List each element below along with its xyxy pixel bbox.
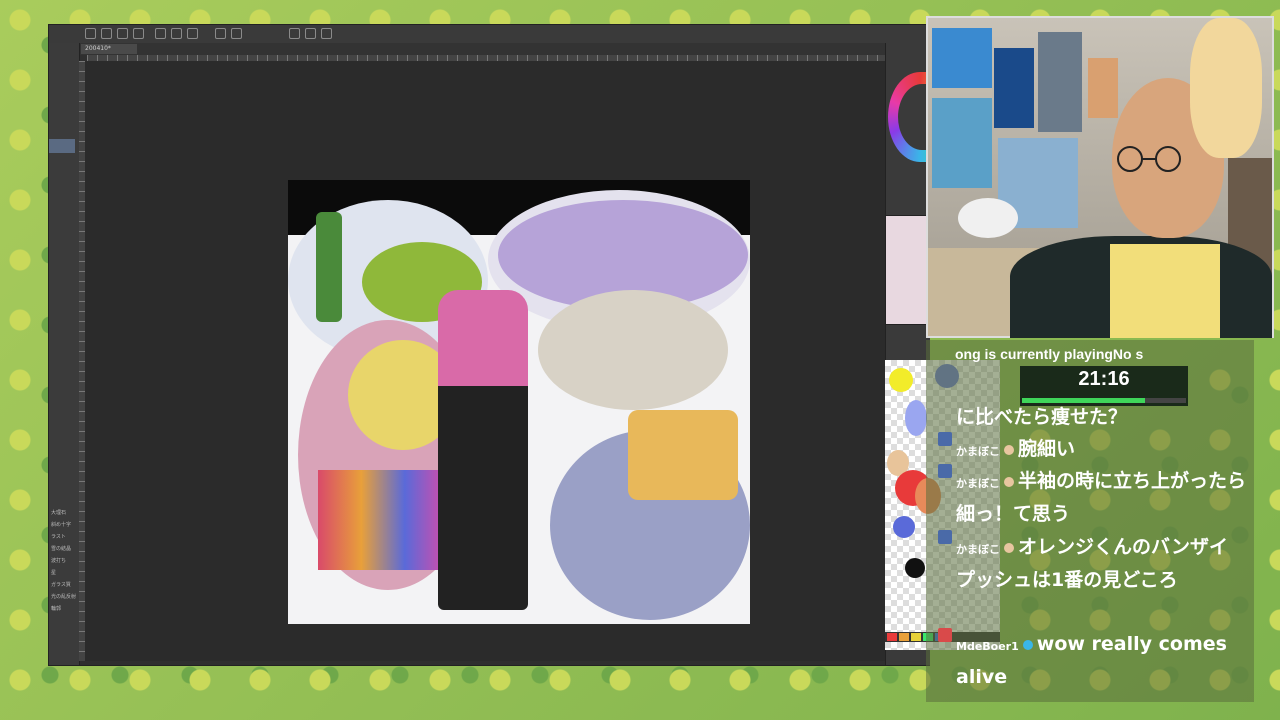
streamer-shirt	[1110, 244, 1220, 338]
fill-icon[interactable]	[215, 28, 226, 39]
green-bottle	[316, 212, 342, 322]
top-toolbar	[49, 25, 929, 44]
user-badge-icon	[1004, 444, 1014, 455]
save-icon[interactable]	[117, 28, 128, 39]
brush-item[interactable]: 波打ち	[51, 557, 66, 564]
transform-icon[interactable]	[231, 28, 242, 39]
character-figure	[438, 290, 528, 610]
settings-icon[interactable]	[187, 28, 198, 39]
patterned-skirt	[318, 470, 448, 570]
palette-color-dot[interactable]	[905, 558, 925, 578]
brush-item[interactable]: 輪郭	[51, 605, 61, 612]
new-file-icon[interactable]	[85, 28, 96, 39]
brush-item[interactable]: ラスト	[51, 533, 66, 540]
undo-icon[interactable]	[155, 28, 166, 39]
user-badge-icon	[1022, 639, 1033, 650]
chat-message: かまぼこ 半袖の時に立ち上がったら細っ！て思う	[956, 466, 1246, 530]
chat-message-text: 腕細い	[1018, 438, 1076, 460]
navigator-thumbnail[interactable]	[885, 215, 927, 325]
chat-message: かまぼこ 腕細い	[956, 434, 1246, 467]
user-avatar	[938, 432, 952, 446]
brush-item[interactable]: 大理石	[51, 509, 66, 516]
artwork-canvas[interactable]	[288, 180, 750, 624]
sub-tool-panel: 大理石 斜め十字 ラスト 雪の結晶 波打ち 星 ガラス質 光の乱反射 輪郭	[49, 43, 80, 665]
wall-poster	[1038, 32, 1082, 132]
redo-icon[interactable]	[171, 28, 182, 39]
stream-timer: 21:16	[1020, 366, 1188, 406]
open-file-icon[interactable]	[101, 28, 112, 39]
user-badge-icon	[1004, 542, 1014, 553]
eraser-icon[interactable]	[305, 28, 316, 39]
chat-message: に比べたら痩せた？	[956, 402, 1246, 433]
white-object	[958, 198, 1018, 238]
wall-poster	[1088, 58, 1118, 118]
document-tab[interactable]: 200410*	[81, 44, 137, 54]
teddy-bear	[1190, 18, 1262, 158]
palette-color-dot[interactable]	[889, 368, 913, 392]
swatch[interactable]	[899, 633, 909, 641]
chat-username[interactable]: かまぼこ	[956, 445, 1000, 458]
user-avatar	[938, 464, 952, 478]
chat-message-text: に比べたら痩せた？	[956, 406, 1128, 428]
timer-text: 21:16	[1078, 368, 1130, 390]
chat-username[interactable]: かまぼこ	[956, 543, 1000, 556]
chat-message: かまぼこ オレンジくんのバンザイプッシュは1番の見どころ	[956, 532, 1246, 596]
chat-message: MdeBoer1 wow really comes alive	[956, 629, 1246, 693]
palette-color-dot[interactable]	[905, 400, 927, 436]
brush-item[interactable]: 斜め十字	[51, 521, 71, 528]
swatch[interactable]	[911, 633, 921, 641]
glasses-icon	[1117, 146, 1181, 172]
accordion	[538, 290, 728, 410]
select-icon[interactable]	[321, 28, 332, 39]
document-tabbar: 200410*	[79, 43, 929, 55]
brush-item[interactable]: ガラス質	[51, 581, 71, 588]
user-badge-icon	[1004, 476, 1014, 487]
print-icon[interactable]	[133, 28, 144, 39]
brush-item[interactable]: 星	[51, 569, 56, 576]
user-avatar	[938, 530, 952, 544]
now-playing-ticker: ong is currently playingNo s	[955, 346, 1144, 362]
brush-item[interactable]: 光の乱反射	[51, 593, 76, 600]
chat-username[interactable]: かまぼこ	[956, 477, 1000, 490]
wall-poster	[994, 48, 1034, 128]
wall-poster	[932, 28, 992, 88]
palette-color-dot[interactable]	[893, 516, 915, 538]
wall-poster	[932, 98, 992, 188]
selected-tool-highlight	[49, 139, 75, 153]
pen-icon[interactable]	[289, 28, 300, 39]
chat-username[interactable]: MdeBoer1	[956, 640, 1019, 653]
ornate-saddle	[628, 410, 738, 500]
brush-item[interactable]: 雪の結晶	[51, 545, 71, 552]
user-avatar	[938, 628, 952, 642]
swatch[interactable]	[887, 633, 897, 641]
